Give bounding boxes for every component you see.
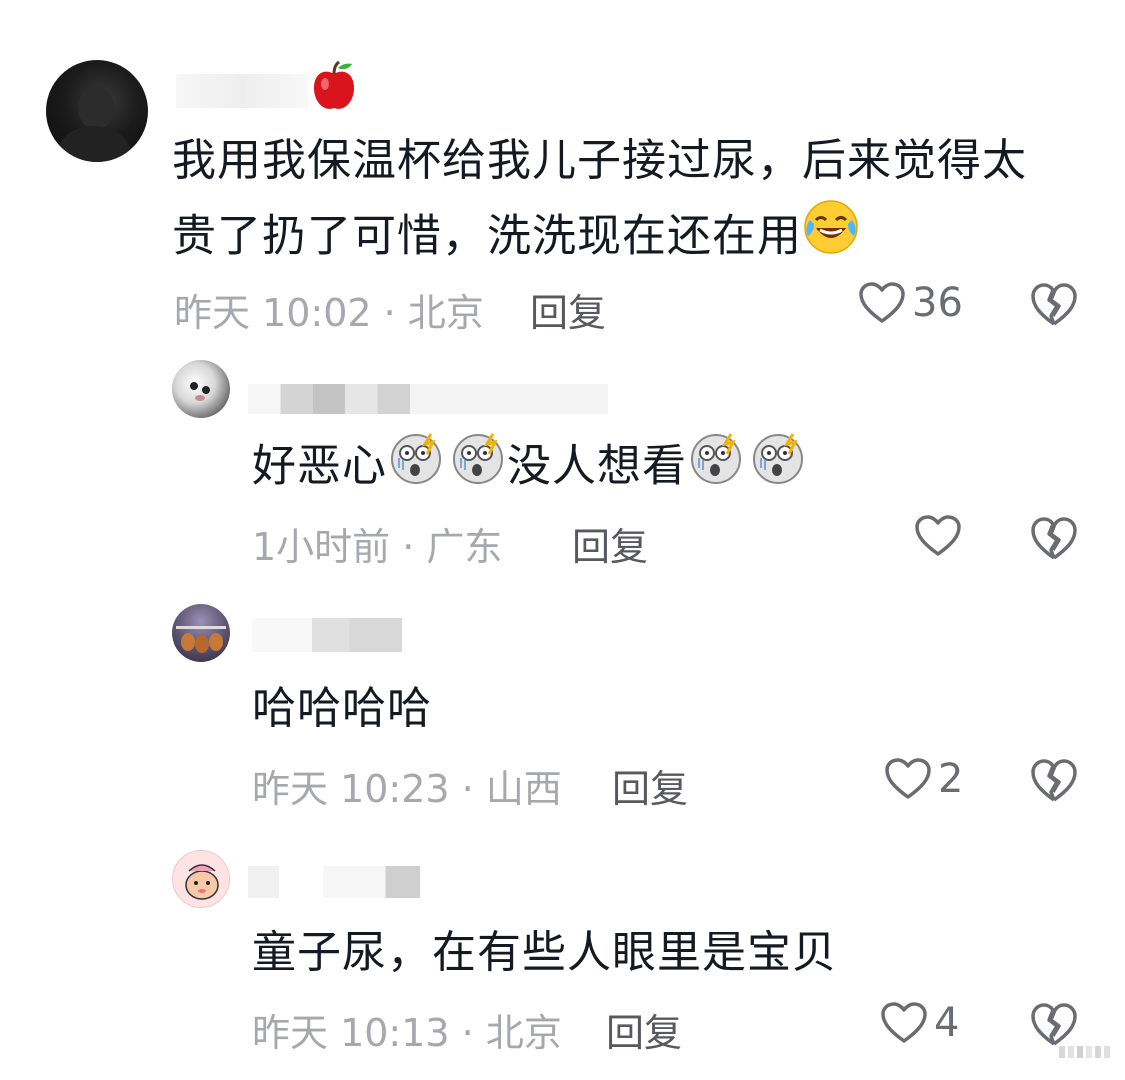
shocked-face-icon xyxy=(749,428,807,509)
comment-meta: 昨天 10:02 · 北京 xyxy=(174,291,484,335)
comment-text: 贵了扔了可惜，洗洗现在还在用 xyxy=(172,198,860,279)
heart-outline-icon xyxy=(880,1001,928,1045)
comment-text: 哈哈哈哈 xyxy=(252,683,432,734)
reply-button[interactable]: 回复 xyxy=(606,1002,682,1057)
comment-text-segment: 好恶心 xyxy=(252,440,387,492)
broken-heart-icon[interactable] xyxy=(1030,516,1078,562)
username-blurred[interactable] xyxy=(248,866,420,898)
like-count: 36 xyxy=(912,280,963,326)
comment-meta: 昨天 10:23 · 山西 xyxy=(252,767,562,811)
comment-meta: 1小时前 · 广东 xyxy=(252,525,503,569)
reply-button[interactable]: 回复 xyxy=(530,282,606,337)
shocked-face-icon xyxy=(387,428,445,509)
heart-outline-icon xyxy=(884,757,932,801)
reply-button[interactable]: 回复 xyxy=(612,758,688,813)
username-blurred[interactable] xyxy=(248,384,608,414)
avatar[interactable] xyxy=(172,850,230,908)
like-button[interactable] xyxy=(914,514,962,558)
like-button[interactable]: 36 xyxy=(858,280,963,326)
like-count: 2 xyxy=(938,756,964,802)
apple-icon xyxy=(312,60,356,112)
comment-text-segment: 没人想看 xyxy=(507,440,687,492)
avatar[interactable] xyxy=(172,360,230,418)
username-blurred[interactable] xyxy=(252,618,402,652)
reply-button[interactable]: 回复 xyxy=(572,516,648,571)
like-button[interactable]: 2 xyxy=(884,756,963,802)
comment-text: 好恶心 没人想看 xyxy=(252,428,807,509)
broken-heart-icon[interactable] xyxy=(1030,282,1078,328)
like-button[interactable]: 4 xyxy=(880,1000,959,1046)
face-tears-of-joy-icon xyxy=(802,198,860,279)
watermark-icon xyxy=(1059,1042,1119,1066)
broken-heart-icon[interactable] xyxy=(1030,758,1078,804)
avatar[interactable] xyxy=(172,604,230,662)
shocked-face-icon xyxy=(449,428,507,509)
username-blurred[interactable] xyxy=(176,74,308,108)
heart-outline-icon xyxy=(914,514,962,558)
comment-meta: 昨天 10:13 · 北京 xyxy=(252,1011,562,1055)
heart-outline-icon xyxy=(858,281,906,325)
comment-text-segment: 贵了扔了可惜，洗洗现在还在用 xyxy=(172,210,802,262)
like-count: 4 xyxy=(934,1000,960,1046)
comment-text: 童子尿，在有些人眼里是宝贝 xyxy=(252,927,837,978)
comment-text: 我用我保温杯给我儿子接过尿，后来觉得太 xyxy=(172,135,1027,186)
shocked-face-icon xyxy=(687,428,745,509)
avatar[interactable] xyxy=(46,60,148,162)
